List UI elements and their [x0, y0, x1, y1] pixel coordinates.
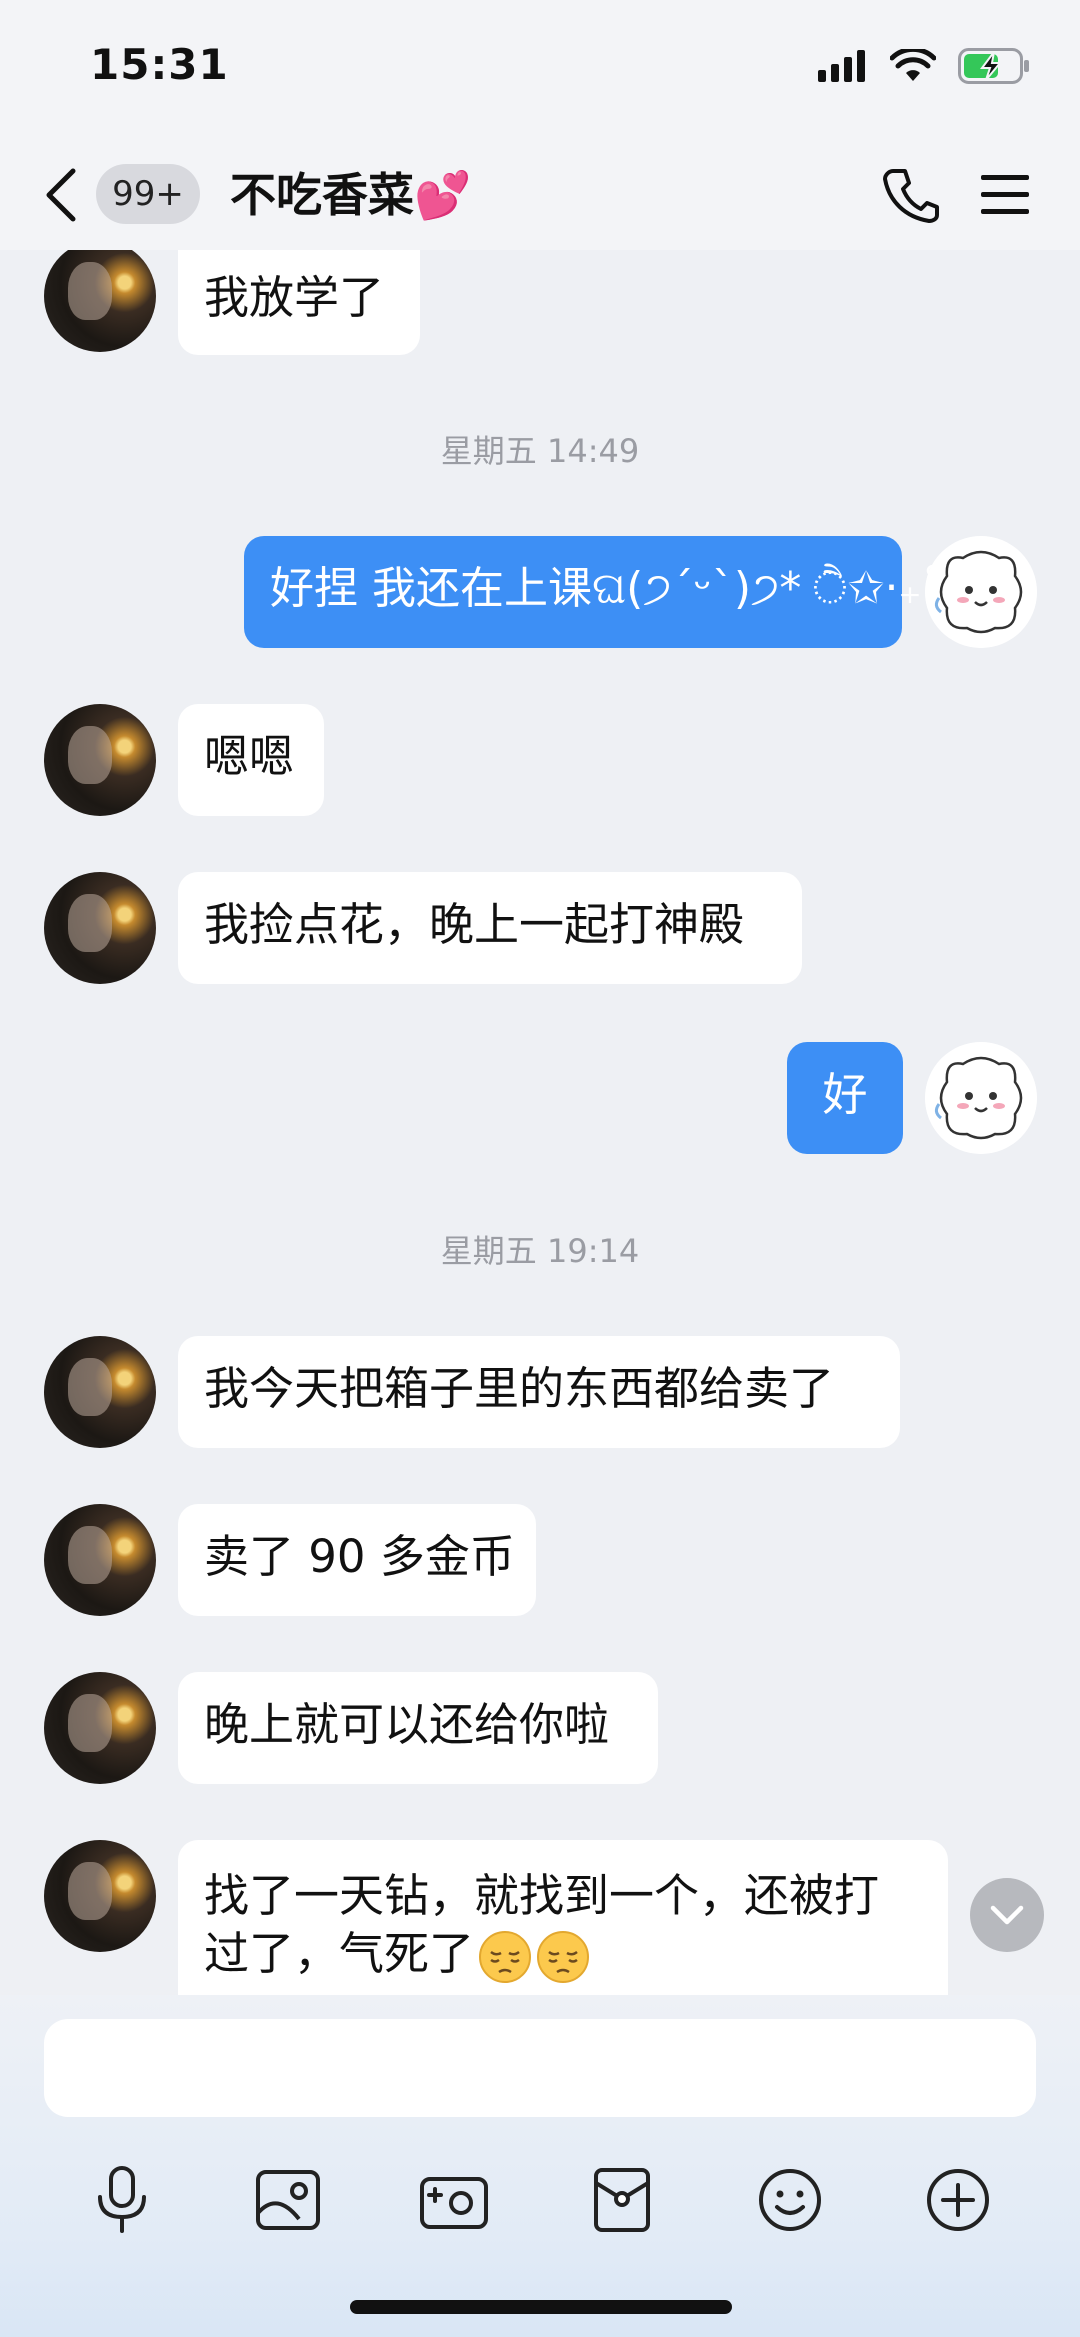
- outgoing-message-bubble[interactable]: 好: [787, 1042, 903, 1154]
- contact-avatar[interactable]: [44, 704, 156, 816]
- contact-avatar[interactable]: [44, 872, 156, 984]
- unread-badge[interactable]: 99+: [96, 164, 200, 224]
- camera-button[interactable]: [404, 2145, 504, 2255]
- incoming-message-bubble[interactable]: 晚上就可以还给你啦: [178, 1672, 658, 1784]
- red-packet-button[interactable]: [572, 2145, 672, 2255]
- cartoon-cat-avatar-icon: [925, 536, 1037, 648]
- incoming-message-bubble[interactable]: 我放学了: [178, 250, 420, 355]
- photo-icon: [256, 2170, 320, 2230]
- message-line: 过了，气死了: [204, 1927, 475, 1980]
- cellular-signal-icon: [818, 50, 868, 86]
- status-icons: [818, 46, 1030, 88]
- contact-avatar[interactable]: [44, 1672, 156, 1784]
- incoming-message-bubble[interactable]: 嗯嗯: [178, 704, 324, 816]
- input-panel: [0, 1995, 1080, 2337]
- chevron-down-icon: [990, 1905, 1024, 1925]
- chat-header: 99+ 不吃香菜💕: [0, 140, 1080, 250]
- emoji-button[interactable]: [740, 2145, 840, 2255]
- call-button[interactable]: [878, 160, 944, 230]
- home-indicator: [350, 2300, 732, 2314]
- chat-message-list[interactable]: 我放学了 星期五 14:49 好捏 我还在上课ଘ(੭ˊᵕˋ)੭* ੈ✩‧₊˚ 嗯…: [0, 250, 1080, 1995]
- outgoing-message-bubble[interactable]: 好捏 我还在上课ଘ(੭ˊᵕˋ)੭* ੈ✩‧₊˚: [244, 536, 944, 648]
- message-input[interactable]: [44, 2019, 1036, 2117]
- scroll-to-bottom-button[interactable]: [970, 1878, 1044, 1952]
- microphone-icon: [98, 2166, 146, 2233]
- my-avatar[interactable]: [925, 536, 1037, 648]
- timestamp: 星期五 19:14: [440, 1232, 640, 1270]
- phone-icon: [883, 169, 939, 223]
- contact-avatar[interactable]: [44, 1336, 156, 1448]
- voice-button[interactable]: [72, 2145, 172, 2255]
- timestamp: 星期五 14:49: [440, 432, 640, 470]
- emoji-smile-icon: [759, 2169, 821, 2231]
- plus-icon: [927, 2169, 989, 2231]
- contact-avatar[interactable]: [44, 250, 156, 352]
- back-chevron-icon: [46, 168, 76, 222]
- back-button[interactable]: [38, 160, 84, 230]
- menu-icon: [981, 175, 1029, 214]
- my-avatar[interactable]: [925, 1042, 1037, 1154]
- photo-button[interactable]: [238, 2145, 338, 2255]
- pensive-face-emoji: [478, 1930, 532, 1984]
- incoming-message-bubble[interactable]: 我捡点花，晚上一起打神殿: [178, 872, 802, 984]
- message-line: 找了一天钻，就找到一个，还被打: [204, 1869, 880, 1922]
- message-line-with-emoji: 过了，气死了: [204, 1926, 922, 1984]
- cartoon-cat-avatar-icon: [925, 1042, 1037, 1154]
- red-packet-icon: [594, 2168, 650, 2232]
- status-bar: 15:31: [0, 0, 1080, 140]
- battery-charging-icon: [958, 48, 1030, 88]
- camera-icon: [420, 2177, 488, 2229]
- pensive-face-emoji: [536, 1930, 590, 1984]
- incoming-message-bubble[interactable]: 找了一天钻，就找到一个，还被打 过了，气死了: [178, 1840, 948, 1995]
- wifi-icon: [889, 46, 937, 87]
- menu-button[interactable]: [972, 160, 1038, 230]
- status-time: 15:31: [90, 40, 229, 89]
- contact-name[interactable]: 不吃香菜💕: [230, 162, 471, 228]
- incoming-message-bubble[interactable]: 卖了 90 多金币: [178, 1504, 536, 1616]
- contact-avatar[interactable]: [44, 1840, 156, 1952]
- contact-avatar[interactable]: [44, 1504, 156, 1616]
- input-toolbar: [0, 2145, 1080, 2255]
- incoming-message-bubble[interactable]: 我今天把箱子里的东西都给卖了: [178, 1336, 900, 1448]
- more-button[interactable]: [908, 2145, 1008, 2255]
